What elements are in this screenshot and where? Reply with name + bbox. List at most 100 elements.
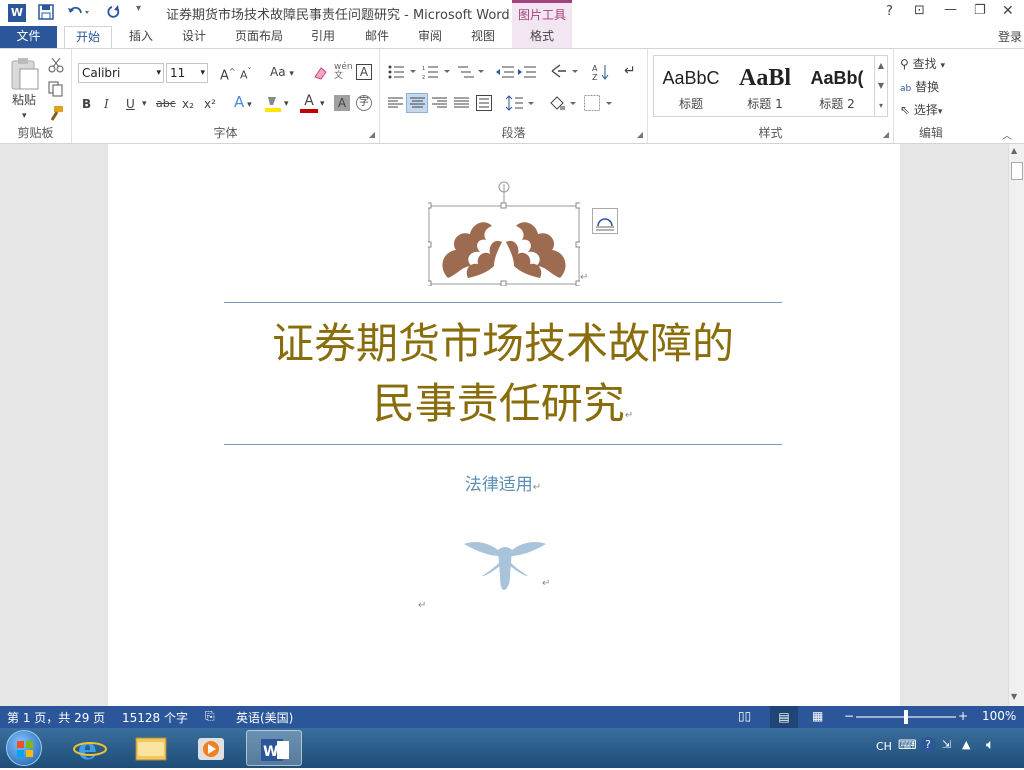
explorer-icon[interactable]	[124, 730, 180, 766]
ime-indicator[interactable]: CH	[876, 740, 892, 753]
tab-home[interactable]: 开始	[64, 26, 112, 49]
align-center-button[interactable]	[406, 93, 428, 113]
ornament-picture[interactable]	[425, 180, 582, 287]
word-count[interactable]: 15128 个字	[122, 709, 188, 726]
customize-qat-icon[interactable]: ▾	[136, 3, 141, 14]
asian-layout-icon[interactable]	[550, 63, 580, 82]
strikethrough-button[interactable]: abc	[156, 95, 176, 113]
ime-menu-icon[interactable]: ⇲	[942, 738, 951, 751]
styles-scroll[interactable]: ▲ ▼ ▾	[874, 55, 888, 117]
ime-help-icon[interactable]: ?	[920, 737, 936, 753]
subscript-button[interactable]: x₂	[182, 95, 194, 113]
font-dialog-launcher-icon[interactable]: ◢	[369, 130, 375, 139]
bold-button[interactable]: B	[82, 95, 91, 113]
zoom-slider-thumb[interactable]	[904, 710, 908, 724]
paste-icon[interactable]	[8, 57, 40, 91]
word-app-icon[interactable]: W	[8, 4, 26, 22]
copy-icon[interactable]	[48, 81, 64, 100]
replace-button[interactable]: ab 替换	[900, 78, 939, 98]
page-count[interactable]: 第 1 页，共 29 页	[7, 709, 105, 726]
sign-in-link[interactable]: 登录	[998, 26, 1022, 48]
zoom-level[interactable]: 100%	[982, 709, 1016, 723]
align-left-icon[interactable]	[388, 97, 404, 112]
zoom-out-button[interactable]: −	[844, 709, 854, 723]
media-player-icon[interactable]	[184, 730, 240, 766]
scroll-up-icon[interactable]: ▲	[1011, 146, 1017, 155]
document-title[interactable]: 证券期货市场技术故障的 民事责任研究↵	[224, 314, 782, 446]
styles-dialog-launcher-icon[interactable]: ◢	[883, 130, 889, 139]
distributed-icon[interactable]	[476, 95, 492, 114]
start-button[interactable]	[6, 730, 42, 766]
tab-mailings[interactable]: 邮件	[356, 26, 398, 49]
format-painter-icon[interactable]	[48, 105, 64, 124]
tab-design[interactable]: 设计	[173, 26, 215, 49]
scroll-thumb[interactable]	[1011, 162, 1023, 180]
proofing-icon[interactable]: ⎘	[205, 709, 215, 724]
bullets-icon[interactable]	[388, 65, 418, 82]
tab-insert[interactable]: 插入	[120, 26, 162, 49]
multilevel-list-icon[interactable]	[456, 65, 486, 82]
read-mode-icon[interactable]: ▯▯	[738, 709, 751, 723]
scroll-down-icon[interactable]: ▼	[1011, 692, 1017, 701]
close-button[interactable]: ✕	[1002, 3, 1014, 19]
style-heading1[interactable]: AaBl 标题 1	[728, 61, 802, 115]
language-indicator[interactable]: 英语(美国)	[236, 709, 293, 726]
document-page[interactable]: ↵ 证券期货市场技术故障的 民事责任研究↵ 法律适用↵ ↵ ↵	[108, 144, 900, 706]
shrink-font-button[interactable]: Aˇ	[240, 63, 252, 85]
enclose-char-icon[interactable]: 字	[356, 95, 372, 111]
change-case-button[interactable]: Aa ▾	[270, 63, 294, 83]
document-subtitle[interactable]: 法律适用↵	[224, 470, 782, 495]
style-title[interactable]: AaBbC 标题	[654, 61, 728, 115]
web-layout-icon[interactable]: ▦	[812, 709, 823, 723]
minimize-button[interactable]: —	[944, 2, 957, 17]
highlight-icon[interactable]	[264, 95, 282, 113]
ie-icon[interactable]: e	[62, 730, 118, 767]
select-button[interactable]: ⇖ 选择▾	[900, 101, 942, 121]
help-button[interactable]: ?	[886, 4, 893, 19]
char-shading-icon[interactable]: A	[334, 95, 350, 111]
tab-view[interactable]: 视图	[462, 26, 504, 49]
keyboard-icon[interactable]: ⌨	[898, 738, 917, 753]
text-effects-icon[interactable]: A ▾	[234, 93, 252, 114]
tray-expand-icon[interactable]: ▲	[962, 738, 970, 751]
font-size-box[interactable]: 11 ▾	[166, 63, 208, 83]
tab-references[interactable]: 引用	[302, 26, 344, 49]
decrease-indent-icon[interactable]	[496, 65, 514, 82]
italic-button[interactable]: I	[104, 95, 109, 113]
char-border-icon[interactable]: A	[356, 64, 372, 80]
line-spacing-icon[interactable]	[505, 95, 536, 114]
highlight-dropdown-icon[interactable]: ▾	[284, 95, 289, 113]
tab-review[interactable]: 审阅	[409, 26, 451, 49]
cut-icon[interactable]	[48, 57, 64, 76]
shading-icon[interactable]	[548, 95, 578, 114]
tab-file[interactable]: 文件	[0, 26, 57, 49]
find-button[interactable]: ⚲ 查找 ▾	[900, 55, 945, 75]
borders-icon[interactable]	[584, 95, 614, 114]
underline-dropdown-icon[interactable]: ▾	[142, 95, 147, 113]
font-name-box[interactable]: Calibri ▾	[78, 63, 164, 83]
paragraph-dialog-launcher-icon[interactable]: ◢	[637, 130, 643, 139]
grow-font-button[interactable]: A^	[220, 63, 236, 85]
superscript-button[interactable]: x²	[204, 95, 216, 113]
increase-indent-icon[interactable]	[518, 65, 536, 82]
bird-ornament-icon[interactable]	[460, 536, 550, 594]
redo-icon[interactable]	[106, 4, 122, 23]
font-color-icon[interactable]: A	[300, 93, 318, 113]
font-color-dropdown-icon[interactable]: ▾	[320, 95, 325, 113]
numbering-icon[interactable]: 12	[422, 65, 452, 82]
ribbon-display-icon[interactable]: ⊡	[914, 3, 925, 18]
zoom-in-button[interactable]: +	[958, 709, 968, 723]
align-right-icon[interactable]	[432, 97, 448, 112]
layout-options-icon[interactable]	[592, 208, 618, 234]
volume-icon[interactable]: 🔈︎	[986, 737, 994, 753]
print-layout-icon[interactable]: ▤	[770, 706, 798, 728]
justify-icon[interactable]	[454, 97, 470, 112]
save-icon[interactable]	[38, 4, 54, 23]
restore-button[interactable]: ❐	[974, 3, 986, 18]
undo-icon[interactable]	[66, 4, 90, 23]
clear-format-icon[interactable]	[312, 65, 328, 84]
vertical-scrollbar[interactable]: ▲ ▼	[1008, 144, 1024, 706]
style-heading2[interactable]: AaBb(标题 2	[800, 61, 874, 115]
collapse-ribbon-icon[interactable]: ︿	[1002, 127, 1012, 142]
paste-dropdown-icon[interactable]: ▾	[22, 107, 27, 125]
